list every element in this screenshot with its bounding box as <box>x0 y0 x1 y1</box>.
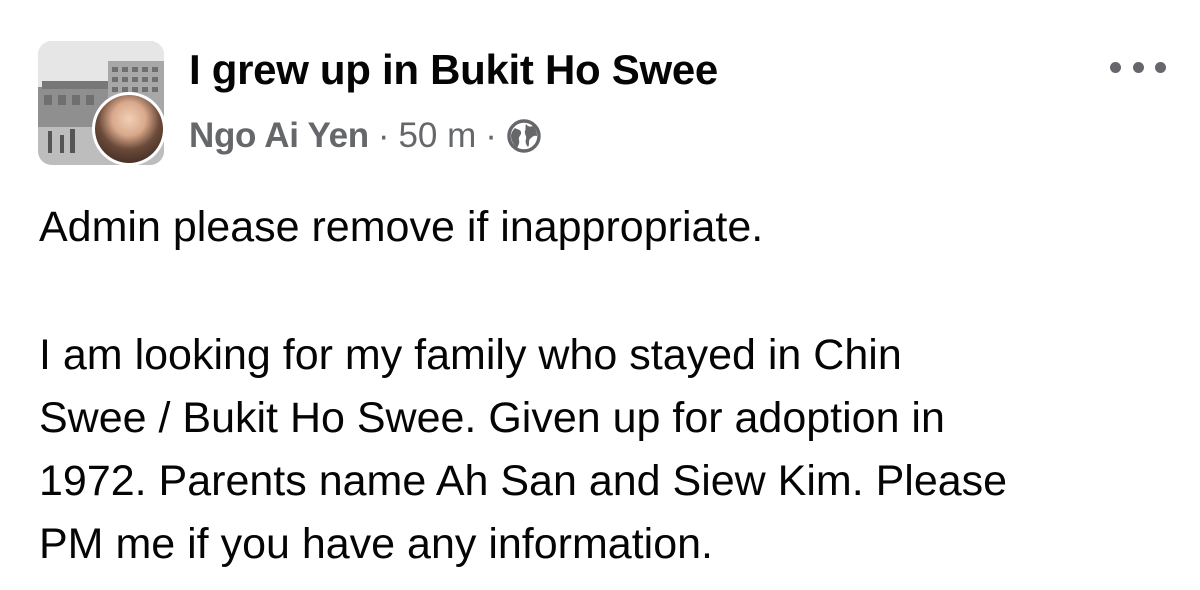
meta-separator: · <box>485 116 497 155</box>
post-line: Swee / Bukit Ho Swee. Given up for adopt… <box>39 394 945 442</box>
more-options-dot <box>1155 61 1166 73</box>
meta-separator: · <box>377 116 390 155</box>
post-paragraph: I am looking for my family who stayed in… <box>39 324 1169 576</box>
post-line: PM me if you have any information. <box>39 520 713 568</box>
more-options-dot <box>1110 61 1121 73</box>
globe-icon <box>506 118 542 154</box>
post-meta: Ngo Ai Yen · 50 m · <box>189 113 542 159</box>
post-line: I am looking for my family who stayed in… <box>39 331 902 379</box>
more-options-dot <box>1132 61 1144 73</box>
author-name-link[interactable]: Ngo Ai Yen <box>189 116 369 156</box>
group-name-link[interactable]: I grew up in Bukit Ho Swee <box>189 46 718 94</box>
post-card: I grew up in Bukit Ho Swee Ngo Ai Yen · … <box>0 0 1200 590</box>
post-paragraph: Admin please remove if inappropriate. <box>39 203 764 251</box>
author-avatar[interactable] <box>92 92 166 166</box>
post-body: Admin please remove if inappropriate. I … <box>39 196 1169 576</box>
more-options-button[interactable] <box>1110 55 1166 79</box>
post-timestamp[interactable]: 50 m <box>398 116 476 156</box>
post-line: 1972. Parents name Ah San and Siew Kim. … <box>39 457 1008 505</box>
author-avatar-photo <box>95 95 163 163</box>
